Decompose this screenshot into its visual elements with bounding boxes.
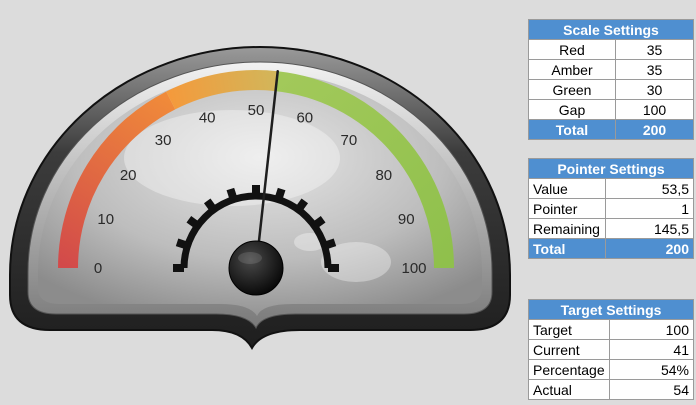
tick-label: 100 bbox=[401, 260, 426, 277]
table-row: Remaining 145,5 bbox=[528, 218, 694, 239]
table-row: Current 41 bbox=[528, 339, 695, 360]
table-row: Value 53,5 bbox=[528, 178, 694, 199]
scale-settings-title: Scale Settings bbox=[528, 19, 694, 40]
target-target-value[interactable]: 100 bbox=[608, 319, 695, 340]
table-row: Gap 100 bbox=[528, 99, 694, 120]
pointer-settings-title: Pointer Settings bbox=[528, 158, 694, 179]
table-row: Pointer 1 bbox=[528, 198, 694, 219]
scale-total-label[interactable]: Total bbox=[528, 119, 616, 140]
pointer-total-value[interactable]: 200 bbox=[605, 238, 694, 259]
tick-label: 30 bbox=[155, 132, 172, 149]
tick-label: 20 bbox=[120, 167, 137, 184]
pointer-total-label[interactable]: Total bbox=[528, 238, 606, 259]
gauge-hub bbox=[228, 240, 284, 296]
scale-red-value[interactable]: 35 bbox=[615, 39, 694, 60]
tick-label: 90 bbox=[398, 211, 415, 228]
speedometer-gauge: 0 10 20 30 40 50 60 70 80 90 100 bbox=[0, 0, 520, 405]
target-percentage-label[interactable]: Percentage bbox=[528, 359, 610, 380]
face-reflection-small bbox=[321, 242, 391, 282]
gear-tooth bbox=[186, 215, 201, 229]
tick-label: 70 bbox=[341, 132, 358, 149]
gauge-graphic: 0 10 20 30 40 50 60 70 80 90 100 bbox=[9, 46, 511, 351]
target-current-label[interactable]: Current bbox=[528, 339, 610, 360]
scale-red-label[interactable]: Red bbox=[528, 39, 616, 60]
scale-green-label[interactable]: Green bbox=[528, 79, 616, 100]
gear-tooth bbox=[175, 238, 189, 250]
table-row: Percentage 54% bbox=[528, 359, 695, 380]
pointer-remaining-value[interactable]: 145,5 bbox=[605, 218, 694, 239]
target-percentage-value[interactable]: 54% bbox=[608, 359, 695, 380]
tick-label: 60 bbox=[296, 110, 313, 127]
table-row: Red 35 bbox=[528, 39, 694, 60]
scale-amber-label[interactable]: Amber bbox=[528, 59, 616, 80]
pointer-remaining-label[interactable]: Remaining bbox=[528, 218, 606, 239]
pointer-value-label[interactable]: Value bbox=[528, 178, 606, 199]
pointer-value-value[interactable]: 53,5 bbox=[605, 178, 694, 199]
scale-gap-value[interactable]: 100 bbox=[615, 99, 694, 120]
target-current-value[interactable]: 41 bbox=[608, 339, 695, 360]
table-row: Green 30 bbox=[528, 79, 694, 100]
tick-label: 80 bbox=[375, 167, 392, 184]
scale-gap-label[interactable]: Gap bbox=[528, 99, 616, 120]
scale-total-value[interactable]: 200 bbox=[615, 119, 694, 140]
target-settings-title: Target Settings bbox=[528, 299, 694, 320]
target-settings-table: Target Settings Target 100 Current 41 Pe… bbox=[528, 299, 695, 400]
table-row: Amber 35 bbox=[528, 59, 694, 80]
scale-green-value[interactable]: 30 bbox=[615, 79, 694, 100]
pointer-settings-table: Pointer Settings Value 53,5 Pointer 1 Re… bbox=[528, 158, 694, 259]
gear-tooth bbox=[226, 187, 238, 201]
tick-label: 50 bbox=[248, 102, 265, 119]
gear-tooth bbox=[311, 215, 326, 229]
tick-label: 10 bbox=[97, 211, 114, 228]
scale-amber-value[interactable]: 35 bbox=[615, 59, 694, 80]
gear-tooth bbox=[295, 198, 309, 213]
table-row-total: Total 200 bbox=[528, 238, 694, 259]
gear-tooth bbox=[203, 198, 217, 213]
gear-tooth bbox=[274, 187, 286, 201]
gauge-hub-highlight bbox=[238, 252, 262, 264]
tick-label: 0 bbox=[94, 260, 102, 277]
pointer-pointer-value[interactable]: 1 bbox=[605, 198, 694, 219]
scale-settings-table: Scale Settings Red 35 Amber 35 Green 30 … bbox=[528, 19, 694, 140]
table-row: Target 100 bbox=[528, 319, 695, 340]
target-target-label[interactable]: Target bbox=[528, 319, 610, 340]
tick-label: 40 bbox=[199, 110, 216, 127]
target-actual-value[interactable]: 54 bbox=[608, 379, 695, 400]
table-row-total: Total 200 bbox=[528, 119, 694, 140]
pointer-pointer-label[interactable]: Pointer bbox=[528, 198, 606, 219]
table-row: Actual 54 bbox=[528, 379, 695, 400]
target-actual-label[interactable]: Actual bbox=[528, 379, 610, 400]
gear-tooth bbox=[323, 238, 337, 250]
